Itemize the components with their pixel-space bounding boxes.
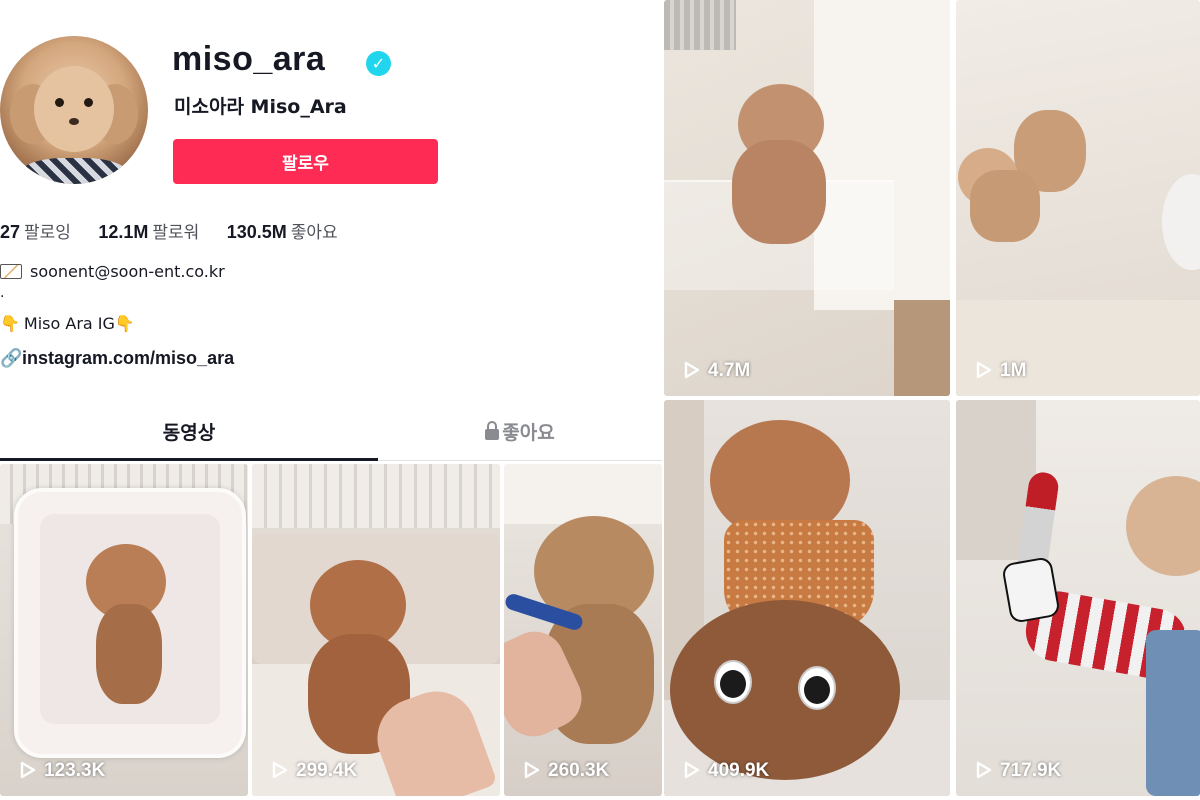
following-count[interactable]: 27 bbox=[0, 222, 20, 242]
video-grid-right: 4.7M 1M 409.9K 717.9K bbox=[662, 0, 1200, 800]
video-view-count: 4.7M bbox=[684, 360, 750, 382]
video-thumbnail[interactable]: 260.3K bbox=[504, 464, 662, 796]
profile-panel: miso_ara ✓ 미소아라 Miso_Ara 팔로우 27 팔로잉 12.1M… bbox=[0, 0, 662, 800]
follow-button[interactable]: 팔로우 bbox=[173, 139, 438, 184]
nickname: 미소아라 Miso_Ara bbox=[174, 96, 347, 118]
play-icon bbox=[684, 761, 700, 779]
bio-email: soonent@soon-ent.co.kr bbox=[30, 262, 225, 281]
likes-count: 130.5M bbox=[226, 222, 287, 242]
tab-liked[interactable]: 좋아요 bbox=[378, 418, 662, 460]
followers-label: 팔로워 bbox=[152, 223, 200, 243]
username: miso_ara bbox=[172, 40, 326, 78]
video-view-count: 260.3K bbox=[524, 760, 609, 782]
video-view-count: 123.3K bbox=[20, 760, 105, 782]
play-icon bbox=[976, 361, 992, 379]
video-thumbnail[interactable]: 299.4K bbox=[252, 464, 500, 796]
video-view-count: 299.4K bbox=[272, 760, 357, 782]
lock-icon bbox=[485, 421, 500, 440]
avatar[interactable] bbox=[0, 36, 148, 184]
envelope-icon bbox=[0, 264, 22, 279]
tab-videos[interactable]: 동영상 bbox=[0, 418, 378, 460]
video-view-count: 409.9K bbox=[684, 760, 769, 782]
link-icon: 🔗 bbox=[0, 348, 23, 368]
video-thumbnail[interactable]: 123.3K bbox=[0, 464, 248, 796]
play-icon bbox=[20, 761, 36, 779]
verified-badge-icon: ✓ bbox=[366, 51, 391, 76]
video-view-count: 717.9K bbox=[976, 760, 1061, 782]
pointing-down-icon: 👇 bbox=[0, 314, 20, 333]
play-icon bbox=[272, 761, 288, 779]
bio-ig-line: 👇 Miso Ara IG👇 bbox=[0, 314, 139, 333]
followers-count[interactable]: 12.1M bbox=[98, 222, 148, 242]
bio-ig-text: Miso Ara IG bbox=[23, 314, 115, 333]
play-icon bbox=[524, 761, 540, 779]
following-label: 팔로잉 bbox=[24, 223, 71, 243]
video-thumbnail[interactable]: 4.7M bbox=[664, 0, 950, 396]
bio-link[interactable]: instagram.com/miso_ara bbox=[22, 348, 234, 368]
tab-liked-label: 좋아요 bbox=[502, 422, 555, 444]
likes-label: 좋아요 bbox=[290, 223, 338, 243]
video-view-count: 1M bbox=[976, 360, 1026, 382]
pointing-down-icon: 👇 bbox=[114, 314, 135, 333]
play-icon bbox=[976, 761, 992, 779]
bio-link-row[interactable]: 🔗instagram.com/miso_ara bbox=[0, 348, 234, 369]
video-thumbnail[interactable]: 1M bbox=[956, 0, 1200, 396]
active-tab-indicator bbox=[0, 458, 378, 461]
video-thumbnail[interactable]: 409.9K bbox=[664, 400, 950, 796]
profile-stats: 27 팔로잉 12.1M 팔로워 130.5M 좋아요 bbox=[0, 218, 360, 243]
video-thumbnail[interactable]: 717.9K bbox=[956, 400, 1200, 796]
bio-dot: . bbox=[0, 285, 5, 301]
play-icon bbox=[684, 361, 700, 379]
bio-email-line: soonent@soon-ent.co.kr bbox=[0, 262, 225, 281]
